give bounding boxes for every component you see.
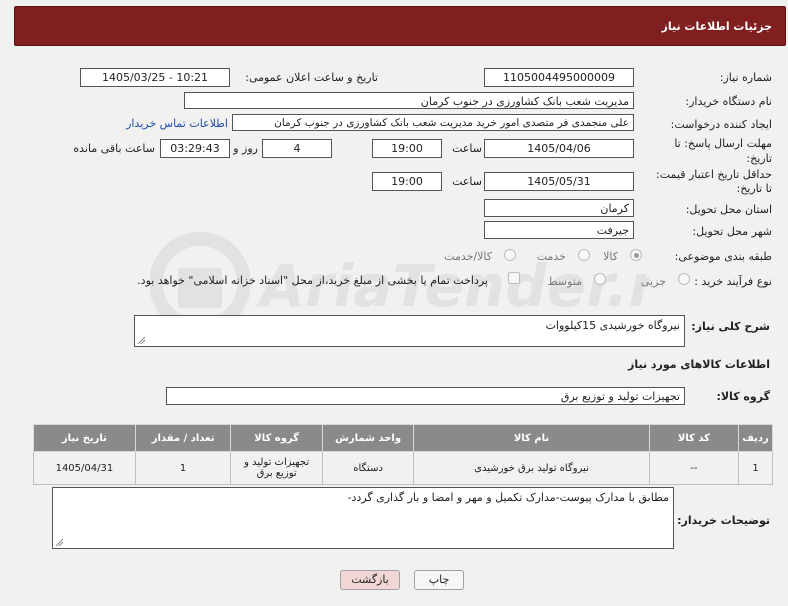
days-remaining-field: 4 xyxy=(262,139,332,158)
deadline-time-label: ساعت xyxy=(452,142,482,155)
buyer-notes-field: مطابق با مدارک پیوست-مدارک تکمیل و مهر و… xyxy=(52,487,674,549)
buyer-contact-link[interactable]: اطلاعات تماس خریدار xyxy=(126,117,228,130)
goods-section-title: اطلاعات کالاهای مورد نیاز xyxy=(628,358,770,371)
cell-unit: دستگاه xyxy=(321,451,415,485)
resize-grip-icon[interactable] xyxy=(55,538,64,547)
treasury-payment-note: پرداخت تمام یا بخشی از مبلغ خرید،از محل … xyxy=(137,274,488,287)
col-header-unit: واحد شمارش xyxy=(321,424,415,452)
table-row: 1 -- نیروگاه تولید برق خورشیدی دستگاه تج… xyxy=(33,451,773,485)
deadline-label-line2: تاریخ: xyxy=(746,152,772,165)
price-validity-label-line1: حداقل تاریخ اعتبار قیمت: xyxy=(656,168,772,181)
cell-quantity: 1 xyxy=(134,451,232,485)
need-number-label: شماره نیاز: xyxy=(719,71,772,84)
category-option-service: خدمت xyxy=(536,250,566,263)
buyer-notes-label: توضیحات خریدار: xyxy=(677,514,770,527)
remaining-time-label: ساعت باقی مانده xyxy=(73,142,155,155)
days-label: روز و xyxy=(233,142,258,155)
requester-label: ایجاد کننده درخواست: xyxy=(670,118,772,131)
goods-table: ردیف کد کالا نام کالا واحد شمارش گروه کا… xyxy=(33,424,773,485)
category-radio-service[interactable] xyxy=(578,249,590,261)
city-field: جیرفت xyxy=(484,221,634,239)
need-description-field: نیروگاه خورشیدی 15کیلووات xyxy=(134,315,685,347)
buyer-org-label: نام دستگاه خریدار: xyxy=(685,95,772,108)
col-header-group: گروه کالا xyxy=(230,424,323,452)
process-option-minor: جزیی xyxy=(640,275,666,288)
page-title: جزئیات اطلاعات نیاز xyxy=(661,20,773,33)
goods-group-label: گروه کالا: xyxy=(716,390,770,403)
print-button[interactable]: چاپ xyxy=(414,570,464,590)
process-option-medium: متوسط xyxy=(547,275,582,288)
province-field: کرمان xyxy=(484,199,634,217)
category-radio-goods[interactable] xyxy=(630,249,642,261)
price-validity-time-field: 19:00 xyxy=(372,172,442,191)
remaining-time-field: 03:29:43 xyxy=(160,139,230,158)
cell-name: نیروگاه تولید برق خورشیدی xyxy=(413,451,650,485)
resize-grip-icon[interactable] xyxy=(137,336,146,345)
deadline-label-line1: مهلت ارسال پاسخ: تا xyxy=(674,137,772,150)
cell-date: 1405/04/31 xyxy=(33,451,136,485)
category-label: طبقه بندی موضوعی: xyxy=(674,250,772,263)
need-number-field: 1105004495000009 xyxy=(484,68,634,87)
price-time-label: ساعت xyxy=(452,175,482,188)
category-radio-goods-service[interactable] xyxy=(504,249,516,261)
goods-group-field: تجهیزات تولید و توزیع برق xyxy=(166,387,685,405)
process-radio-medium[interactable] xyxy=(594,273,606,285)
back-button[interactable]: بازگشت xyxy=(340,570,400,590)
city-label: شهر محل تحویل: xyxy=(692,225,772,238)
buyer-org-field: مدیریت شعب بانک کشاورزی در جنوب کرمان xyxy=(184,92,634,109)
col-header-quantity: تعداد / مقدار xyxy=(134,424,232,452)
table-header-row: ردیف کد کالا نام کالا واحد شمارش گروه کا… xyxy=(33,424,773,452)
category-option-goods-service: کالا/خدمت xyxy=(444,250,492,263)
deadline-time-field: 19:00 xyxy=(372,139,442,158)
treasury-payment-checkbox[interactable] xyxy=(508,272,520,284)
need-description-label: شرح کلی نیاز: xyxy=(691,320,770,333)
process-type-label: نوع فرآیند خرید : xyxy=(694,275,772,288)
cell-group: تجهیزات تولید و توزیع برق xyxy=(230,451,323,485)
col-header-date: تاریخ نیاز xyxy=(33,424,136,452)
page-header: جزئیات اطلاعات نیاز xyxy=(14,6,786,46)
price-validity-label-line2: تا تاریخ: xyxy=(736,182,772,195)
requester-field: علی منجمدی فر متصدی امور خرید مدیریت شعب… xyxy=(232,114,634,131)
cell-row-num: 1 xyxy=(738,451,773,485)
col-header-row-num: ردیف xyxy=(738,424,773,452)
announce-datetime-field: 1405/03/25 - 10:21 xyxy=(80,68,230,87)
process-radio-minor[interactable] xyxy=(678,273,690,285)
cell-code: -- xyxy=(648,451,740,485)
deadline-date-field: 1405/04/06 xyxy=(484,139,634,158)
province-label: استان محل تحویل: xyxy=(685,203,772,216)
price-validity-date-field: 1405/05/31 xyxy=(484,172,634,191)
col-header-name: نام کالا xyxy=(413,424,650,452)
category-option-goods: کالا xyxy=(603,250,618,263)
announce-label: تاریخ و ساعت اعلان عمومی: xyxy=(245,71,378,84)
col-header-code: کد کالا xyxy=(648,424,740,452)
